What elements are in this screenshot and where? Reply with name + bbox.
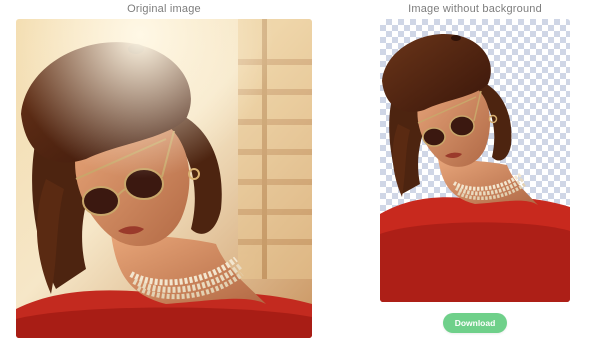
- background-remover-page: Original image Image without background: [0, 0, 600, 338]
- original-image: [16, 19, 312, 338]
- result-image-caption: Image without background: [408, 3, 542, 15]
- cutout-photo-graphic: [380, 33, 570, 302]
- original-image-caption: Original image: [127, 3, 201, 15]
- original-photo-graphic: [16, 19, 312, 338]
- download-button[interactable]: Download: [443, 313, 507, 333]
- result-image: [380, 19, 570, 302]
